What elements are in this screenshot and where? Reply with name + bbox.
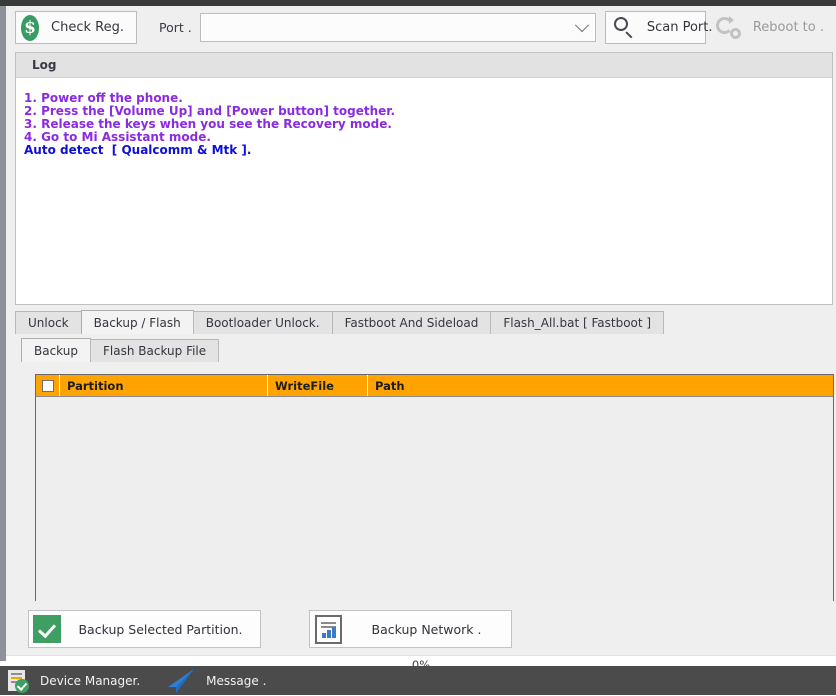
subtab-backup[interactable]: Backup: [21, 338, 91, 362]
chevron-down-icon: [575, 18, 589, 32]
port-select[interactable]: [200, 13, 596, 42]
document-check-icon: [8, 669, 30, 693]
partition-table-header: Partition WriteFile Path: [36, 375, 833, 397]
tab-backup-flash[interactable]: Backup / Flash: [81, 310, 194, 334]
column-header-path[interactable]: Path: [368, 375, 833, 396]
reboot-gear-icon: [716, 16, 741, 39]
log-output[interactable]: 1. Power off the phone.2. Press the [Vol…: [16, 78, 832, 157]
port-label: Port .: [159, 20, 192, 35]
tab-flash-all-bat-fastboot[interactable]: Flash_All.bat [ Fastboot ]: [490, 311, 664, 334]
partition-table-body[interactable]: [36, 397, 833, 601]
toolbar: $ Check Reg. Port . Scan Port. Reboot to…: [6, 6, 836, 49]
check-reg-button[interactable]: $ Check Reg.: [15, 11, 137, 44]
check-reg-label: Check Reg.: [39, 20, 136, 35]
taskbar-item-device-manager[interactable]: Device Manager.: [0, 666, 140, 695]
subtab-flash-backup-file[interactable]: Flash Backup File: [90, 339, 219, 362]
app-window: $ Check Reg. Port . Scan Port. Reboot to…: [6, 6, 836, 661]
scan-port-button[interactable]: Scan Port.: [605, 11, 706, 44]
column-header-partition[interactable]: Partition: [60, 375, 268, 396]
log-panel-title: Log: [16, 53, 832, 78]
taskbar-item-device-manager-label: Device Manager.: [40, 674, 140, 688]
search-icon: [613, 17, 635, 39]
taskbar-item-message[interactable]: Message .: [140, 666, 266, 695]
taskbar-item-message-label: Message .: [206, 674, 266, 688]
select-all-checkbox[interactable]: [42, 380, 54, 392]
backup-selected-partition-label: Backup Selected Partition.: [61, 622, 260, 637]
main-tabstrip: UnlockBackup / FlashBootloader Unlock.Fa…: [15, 310, 833, 334]
backup-subtabstrip: BackupFlash Backup File: [21, 338, 833, 362]
backup-network-label: Backup Network .: [342, 622, 511, 637]
green-check-icon: [33, 615, 61, 643]
scan-port-label: Scan Port.: [635, 20, 725, 35]
backup-network-button[interactable]: Backup Network .: [309, 610, 512, 648]
column-header-writefile[interactable]: WriteFile: [268, 375, 368, 396]
log-line: Auto detect [ Qualcomm & Mtk ].: [24, 144, 832, 157]
tab-unlock[interactable]: Unlock: [15, 311, 82, 334]
backup-selected-partition-button[interactable]: Backup Selected Partition.: [28, 610, 261, 648]
tab-bootloader-unlock[interactable]: Bootloader Unlock.: [193, 311, 333, 334]
log-panel: Log 1. Power off the phone.2. Press the …: [15, 52, 833, 305]
report-chart-icon: [315, 615, 342, 644]
select-all-header-cell: [36, 375, 60, 396]
tab-fastboot-and-sideload[interactable]: Fastboot And Sideload: [332, 311, 492, 334]
taskbar: Device Manager. Message .: [0, 666, 836, 695]
paper-plane-icon: [166, 669, 196, 693]
reboot-to-button[interactable]: Reboot to .: [716, 11, 836, 44]
partition-table: Partition WriteFile Path: [35, 374, 834, 601]
dollar-circle-icon: $: [21, 15, 39, 41]
reboot-to-label: Reboot to .: [741, 20, 836, 35]
